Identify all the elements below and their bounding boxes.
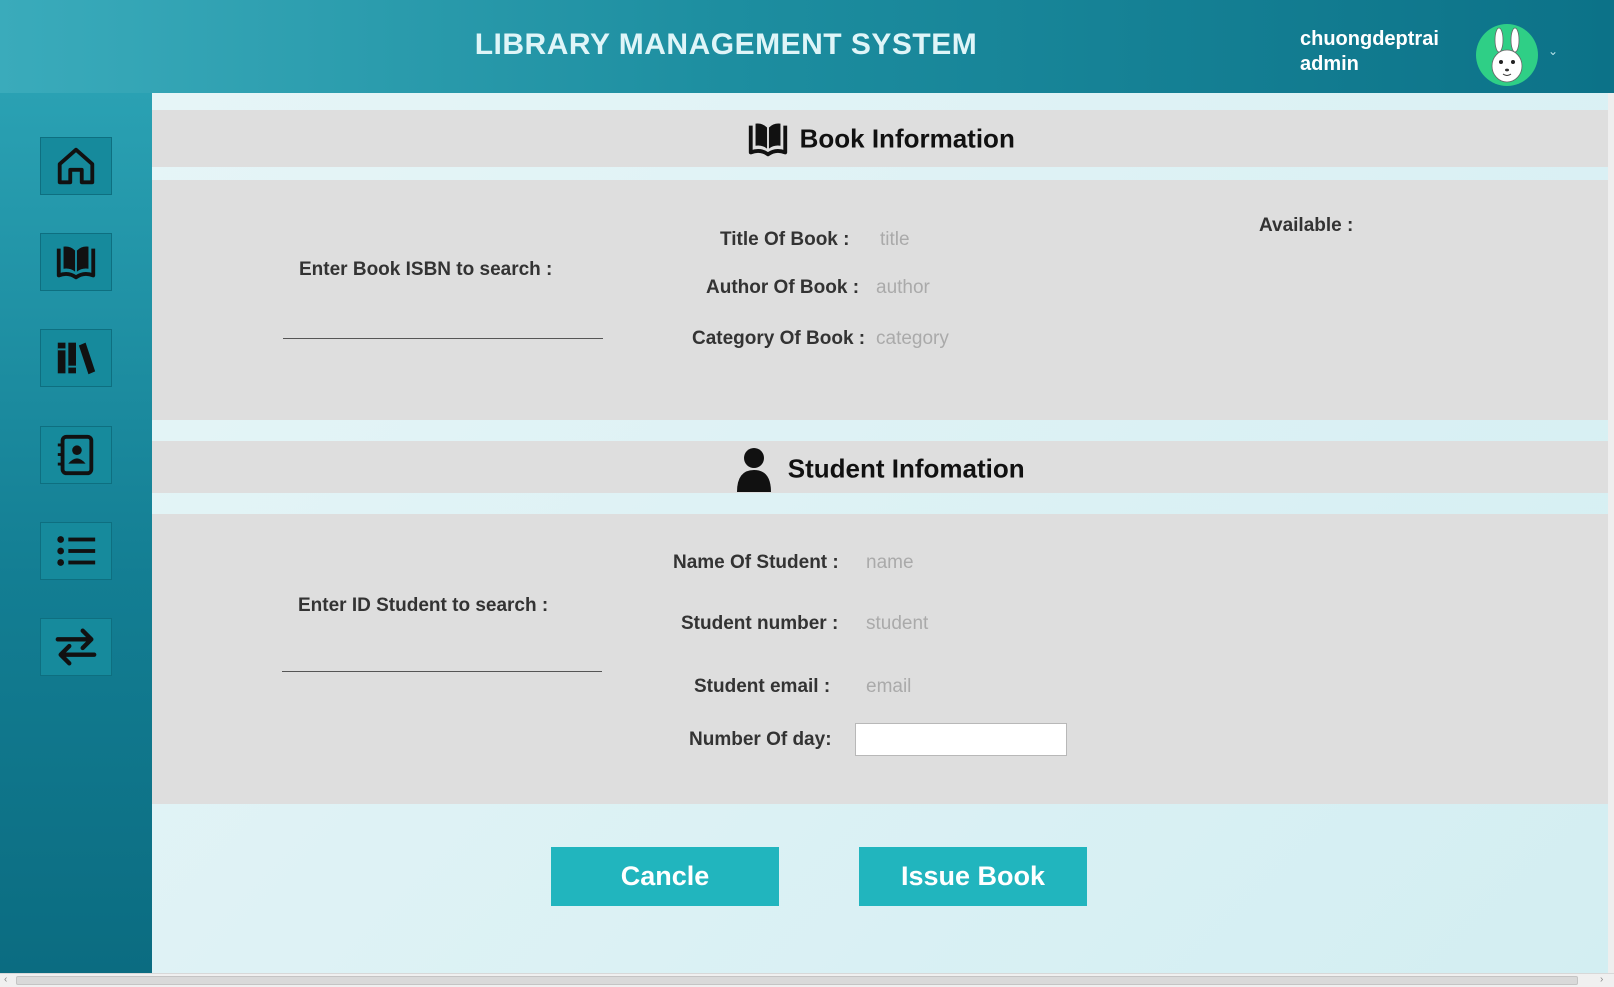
- book-icon: [56, 246, 96, 280]
- home-icon: [57, 147, 95, 185]
- student-id-search-input[interactable]: [282, 642, 602, 672]
- student-section-header: Student Infomation: [152, 441, 1608, 493]
- sidebar-item-library[interactable]: [40, 329, 112, 387]
- number-of-days-input[interactable]: [855, 723, 1067, 756]
- book-author-label: Author Of Book :: [706, 277, 860, 298]
- book-info-panel: Enter Book ISBN to search : Title Of Boo…: [152, 180, 1608, 420]
- book-category-label: Category Of Book :: [692, 328, 866, 349]
- cancel-button[interactable]: Cancle: [551, 847, 779, 906]
- person-icon: [737, 448, 772, 492]
- rabbit-avatar-icon: [1491, 27, 1523, 83]
- student-number-label: Student number :: [681, 613, 839, 634]
- contacts-icon: [57, 434, 94, 476]
- user-menu-chevron-icon[interactable]: ⌄: [1548, 44, 1558, 58]
- book-section-title: Book Information: [799, 123, 1015, 154]
- library-icon: [57, 342, 96, 375]
- horizontal-scroll-thumb[interactable]: [16, 976, 1578, 985]
- sidebar-item-home[interactable]: [40, 137, 112, 195]
- main-content: Book Information Enter Book ISBN to sear…: [152, 93, 1608, 973]
- book-author-value: author: [876, 277, 930, 298]
- app-header: LIBRARY MANAGEMENT SYSTEM chuongdeptrai …: [0, 0, 1614, 93]
- sidebar-item-students[interactable]: [40, 426, 112, 484]
- book-title-value: title: [880, 229, 910, 250]
- student-email-label: Student email :: [694, 676, 831, 697]
- student-name-value: name: [866, 552, 914, 573]
- sidebar-item-books[interactable]: [40, 233, 112, 291]
- list-icon: [57, 536, 96, 566]
- student-name-label: Name Of Student :: [673, 552, 839, 573]
- student-number-value: student: [866, 613, 929, 634]
- transfer-icon: [55, 628, 97, 666]
- issue-book-button[interactable]: Issue Book: [859, 847, 1087, 906]
- student-id-search-label: Enter ID Student to search :: [298, 595, 549, 616]
- avatar[interactable]: [1476, 24, 1538, 86]
- user-name: chuongdeptrai: [1300, 28, 1439, 50]
- student-email-value: email: [866, 676, 912, 697]
- isbn-search-input[interactable]: [283, 309, 603, 339]
- sidebar-item-transfer[interactable]: [40, 618, 112, 676]
- book-title-label: Title Of Book :: [720, 229, 850, 250]
- number-of-days-label: Number Of day:: [689, 729, 832, 750]
- app-title: LIBRARY MANAGEMENT SYSTEM: [474, 28, 978, 61]
- student-section-title: Student Infomation: [787, 453, 1025, 484]
- horizontal-scrollbar[interactable]: ‹ ›: [0, 973, 1614, 987]
- user-role: admin: [1300, 53, 1359, 75]
- book-available-label: Available :: [1259, 215, 1354, 236]
- student-info-panel: Enter ID Student to search : Name Of Stu…: [152, 514, 1608, 804]
- book-icon: [748, 123, 788, 157]
- book-category-value: category: [876, 328, 949, 349]
- sidebar: [0, 93, 152, 973]
- vertical-scrollbar[interactable]: [1608, 93, 1614, 973]
- isbn-search-label: Enter Book ISBN to search :: [299, 259, 553, 280]
- sidebar-item-list[interactable]: [40, 522, 112, 580]
- book-section-header: Book Information: [152, 110, 1608, 167]
- scroll-right-arrow-icon[interactable]: ›: [1600, 974, 1603, 985]
- scroll-left-arrow-icon[interactable]: ‹: [4, 974, 7, 985]
